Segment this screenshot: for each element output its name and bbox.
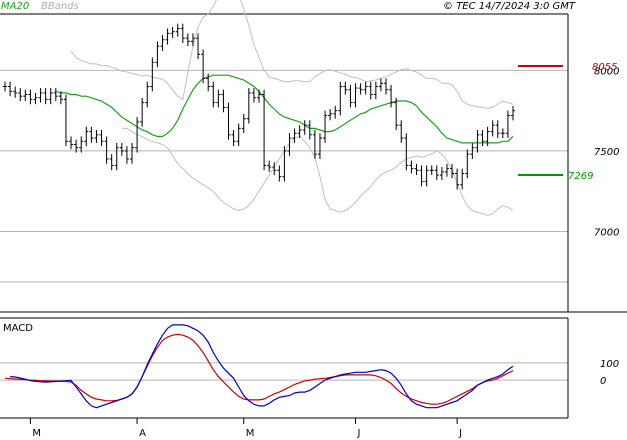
support-label: 7269 — [568, 171, 593, 182]
macd-tick-label: 100 — [600, 359, 619, 370]
macd-title: MACD — [3, 323, 33, 334]
macd-panel — [0, 318, 568, 418]
legend-ma20: MA20 — [1, 1, 29, 12]
month-label: M — [32, 428, 41, 439]
price-tick-label: 7500 — [594, 147, 619, 158]
month-label: A — [139, 428, 146, 439]
month-label: M — [246, 428, 255, 439]
month-label: J — [458, 428, 462, 439]
resistance-label: 8055 — [592, 62, 617, 73]
copyright-notice: © TEC 14/7/2024 3:0 GMT — [443, 1, 576, 12]
legend-bbands: BBands — [41, 1, 79, 12]
stock-chart: 800075007000 1000 MAMJJ MA20 BBands © TE… — [0, 0, 627, 440]
macd-tick-label: 0 — [600, 376, 606, 387]
month-label: J — [357, 428, 361, 439]
price-tick-label: 7000 — [594, 227, 619, 238]
